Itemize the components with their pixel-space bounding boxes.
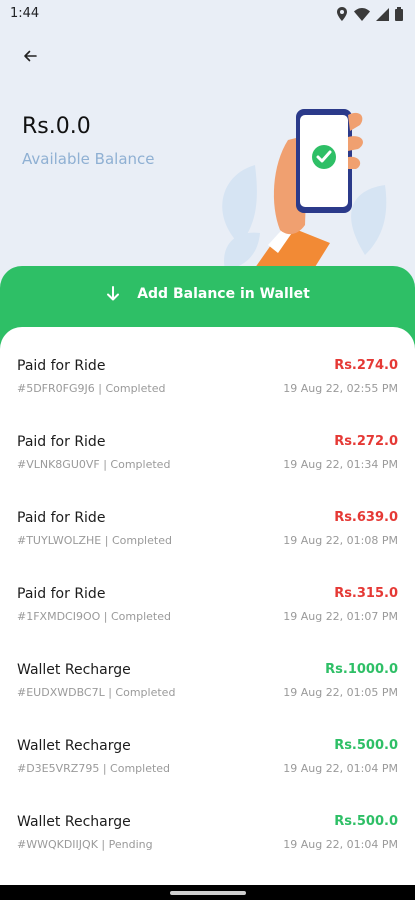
transaction-date: 19 Aug 22, 01:08 PM <box>283 534 398 547</box>
transaction-date: 19 Aug 22, 01:05 PM <box>283 686 398 699</box>
transaction-title: Wallet Recharge <box>17 738 131 754</box>
balance-amount: Rs.0.0 <box>22 114 91 139</box>
transaction-title: Wallet Recharge <box>17 662 131 678</box>
transaction-title: Wallet Recharge <box>17 814 131 830</box>
transaction-title: Paid for Ride <box>17 586 106 602</box>
transaction-id-status: #WWQKDIIJQK | Pending <box>17 838 153 851</box>
transaction-amount: Rs.274.0 <box>334 358 398 373</box>
transaction-id-status: #EUDXWDBC7L | Completed <box>17 686 176 699</box>
transaction-list: Paid for Ride #5DFR0FG9J6 | Completed Rs… <box>0 327 415 885</box>
transaction-date: 19 Aug 22, 01:07 PM <box>283 610 398 623</box>
list-item[interactable]: Wallet Recharge #D3E5VRZ795 | Completed … <box>0 738 415 814</box>
transaction-id-status: #TUYLWOLZHE | Completed <box>17 534 172 547</box>
transaction-amount: Rs.500.0 <box>334 814 398 829</box>
transaction-title: Paid for Ride <box>17 434 106 450</box>
wallet-screen: 1:44 Rs.0.0 Available Balance Add Balanc… <box>0 0 415 900</box>
list-item[interactable]: Wallet Recharge #EUDXWDBC7L | Completed … <box>0 662 415 738</box>
home-gesture-handle[interactable] <box>170 891 246 895</box>
location-icon <box>336 7 348 21</box>
transaction-title: Paid for Ride <box>17 358 106 374</box>
add-balance-label: Add Balance in Wallet <box>137 286 310 302</box>
download-arrow-icon <box>107 286 120 301</box>
transaction-date: 19 Aug 22, 01:04 PM <box>283 838 398 851</box>
list-item[interactable]: Wallet Recharge #WWQKDIIJQK | Pending Rs… <box>0 814 415 885</box>
list-item[interactable]: Paid for Ride #TUYLWOLZHE | Completed Rs… <box>0 510 415 586</box>
battery-icon <box>395 7 403 21</box>
transaction-date: 19 Aug 22, 02:55 PM <box>283 382 398 395</box>
wifi-icon <box>354 7 370 21</box>
transaction-date: 19 Aug 22, 01:04 PM <box>283 762 398 775</box>
transaction-amount: Rs.272.0 <box>334 434 398 449</box>
add-balance-content: Add Balance in Wallet <box>0 286 415 302</box>
list-item[interactable]: Paid for Ride #VLNK8GU0VF | Completed Rs… <box>0 434 415 510</box>
transaction-title: Paid for Ride <box>17 510 106 526</box>
balance-label: Available Balance <box>22 150 155 168</box>
transaction-id-status: #D3E5VRZ795 | Completed <box>17 762 171 775</box>
list-item[interactable]: Paid for Ride #5DFR0FG9J6 | Completed Rs… <box>0 358 415 434</box>
transaction-amount: Rs.1000.0 <box>325 662 398 677</box>
signal-icon <box>376 7 389 21</box>
back-button[interactable] <box>18 44 42 68</box>
transaction-amount: Rs.315.0 <box>334 586 398 601</box>
phone-hand-illustration <box>222 109 387 275</box>
status-time: 1:44 <box>10 6 40 21</box>
transaction-amount: Rs.639.0 <box>334 510 398 525</box>
transaction-id-status: #1FXMDCI9OO | Completed <box>17 610 171 623</box>
transaction-id-status: #5DFR0FG9J6 | Completed <box>17 382 166 395</box>
back-arrow-icon <box>24 50 37 62</box>
list-item[interactable]: Paid for Ride #1FXMDCI9OO | Completed Rs… <box>0 586 415 662</box>
status-bar: 1:44 <box>0 0 415 28</box>
transaction-id-status: #VLNK8GU0VF | Completed <box>17 458 171 471</box>
status-icons <box>336 7 403 21</box>
transaction-date: 19 Aug 22, 01:34 PM <box>283 458 398 471</box>
transaction-amount: Rs.500.0 <box>334 738 398 753</box>
